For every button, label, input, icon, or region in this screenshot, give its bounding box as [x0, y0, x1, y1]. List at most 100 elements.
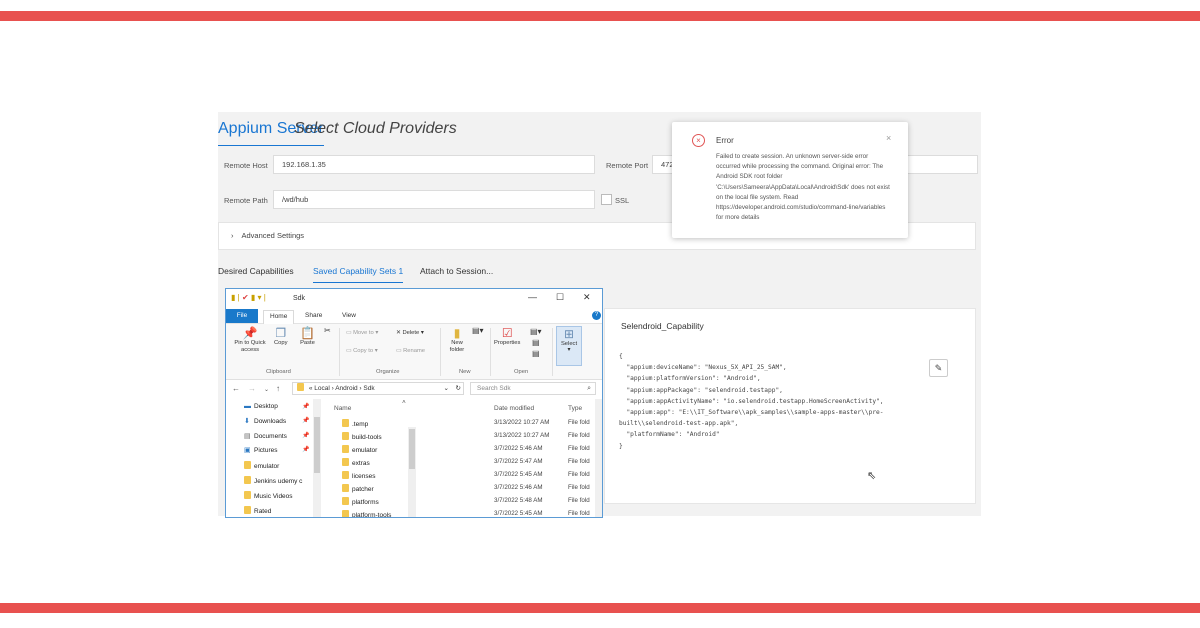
maximize-button[interactable]: ☐ — [556, 292, 564, 303]
table-row[interactable]: emulator — [342, 445, 377, 454]
back-arrow-icon[interactable]: ← — [232, 384, 240, 393]
error-title: Error — [716, 136, 734, 145]
up-arrow-icon[interactable]: ↑ — [276, 384, 280, 393]
pin-icon: 📌 — [302, 418, 310, 424]
folder-icon — [342, 497, 349, 505]
capability-json: { "appium:deviceName": "Nexus_5X_API_25_… — [619, 353, 884, 450]
tab-desired-capabilities[interactable]: Desired Capabilities — [218, 266, 294, 276]
nav-item-documents[interactable]: ▤ Documents — [244, 432, 287, 440]
chevron-right-icon: › — [231, 231, 234, 240]
folder-icon — [244, 506, 251, 514]
file-explorer-window: ▮ | ✔ ▮ ▾ | Sdk — ☐ ✕ File Home Share Vi… — [225, 288, 603, 518]
new-folder-button[interactable]: ▮ New folder — [444, 326, 470, 354]
table-row[interactable]: extras — [342, 458, 370, 467]
move-to-button[interactable]: ▭ Move to ▾ — [346, 330, 378, 336]
nav-item-desktop[interactable]: ▬ Desktop — [244, 403, 278, 410]
pin-icon: 📌 — [302, 433, 310, 439]
delete-icon: ✕ — [396, 330, 401, 336]
tab-select-cloud-providers[interactable]: Select Cloud Providers — [294, 120, 457, 138]
table-row[interactable]: platform-tools — [342, 510, 391, 517]
ssl-label: SSL — [615, 196, 630, 205]
navigation-pane: ▬ Desktop 📌 ⬇ Downloads 📌 ▤ Documents 📌 ▣ Pi… — [226, 399, 322, 517]
cut-icon[interactable]: ✂ — [324, 326, 331, 335]
desktop-icon: ▬ — [244, 403, 251, 410]
file-list-scroll-thumb[interactable] — [409, 429, 415, 469]
file-date: 3/13/2022 10:27 AM — [494, 419, 550, 426]
tab-saved-capability-sets[interactable]: Saved Capability Sets 1 — [313, 266, 404, 283]
paste-button[interactable]: 📋 Paste — [300, 326, 315, 346]
column-header-date-modified[interactable]: Date modified — [494, 405, 534, 412]
folder-icon — [342, 458, 349, 466]
edit-capability-button[interactable]: ✎ — [929, 359, 948, 377]
tab-share[interactable]: Share — [305, 312, 322, 319]
organize-group-label: Organize — [376, 369, 400, 375]
remote-path-label: Remote Path — [224, 196, 268, 205]
minimize-button[interactable]: — — [528, 292, 537, 302]
clipboard-group-label: Clipboard — [266, 369, 291, 375]
folder-icon — [244, 476, 251, 484]
copy-icon: ❐ — [275, 326, 287, 340]
capability-set-panel: Selendroid_Capability { "appium:deviceNa… — [604, 308, 976, 504]
search-input[interactable]: Search Sdk ⌕ — [470, 382, 596, 395]
folder-icon — [342, 510, 349, 517]
close-window-button[interactable]: ✕ — [583, 292, 591, 303]
forward-arrow-icon[interactable]: → — [248, 384, 256, 393]
folder-icon — [244, 491, 251, 499]
nav-item-music-videos[interactable]: Music Videos — [244, 491, 293, 500]
table-row[interactable]: licenses — [342, 471, 375, 480]
quick-access-toolbar-icons: ▮ | ✔ ▮ ▾ | — [231, 293, 266, 302]
bottom-accent-bar — [0, 603, 1200, 613]
help-icon[interactable]: ? — [592, 311, 601, 320]
pin-to-quick-access-button[interactable]: 📌 Pin to Quick access — [230, 326, 270, 354]
copy-button[interactable]: ❐ Copy — [274, 326, 288, 346]
tab-home[interactable]: Home — [263, 310, 295, 324]
file-type: File fold — [568, 445, 590, 452]
nav-item-downloads[interactable]: ⬇ Downloads — [244, 417, 286, 425]
remote-path-input[interactable]: /wd/hub — [273, 190, 595, 209]
ribbon-separator — [440, 328, 441, 376]
ribbon-separator — [552, 328, 553, 376]
nav-item-pictures[interactable]: ▣ Pictures — [244, 446, 277, 454]
delete-button[interactable]: ✕ Delete ▾ — [396, 330, 424, 336]
open-icons[interactable]: ▤▾ ▤ ▤ — [530, 326, 542, 359]
new-item-icon[interactable]: ▤▾ — [472, 326, 484, 335]
close-icon[interactable]: × — [886, 133, 891, 143]
file-date: 3/7/2022 5:46 AM — [494, 445, 543, 452]
address-bar[interactable]: « Local › Android › Sdk ⌄ ↻ — [292, 382, 464, 395]
pencil-icon: ✎ — [934, 363, 943, 373]
refresh-icon[interactable]: ↻ — [456, 383, 461, 394]
table-row[interactable]: build-tools — [342, 432, 382, 441]
open-group-label: Open — [514, 369, 529, 375]
error-message: Failed to create session. An unknown ser… — [716, 153, 890, 222]
explorer-titlebar[interactable]: ▮ | ✔ ▮ ▾ | Sdk — ☐ ✕ — [226, 289, 602, 309]
table-row[interactable]: platforms — [342, 497, 379, 506]
rename-button[interactable]: ▭ Rename — [396, 348, 425, 354]
remote-host-input[interactable]: 192.168.1.35 — [273, 155, 595, 174]
column-header-name[interactable]: Name — [334, 405, 351, 412]
copy-to-button[interactable]: ▭ Copy to ▾ — [346, 348, 378, 354]
nav-item-jenkins[interactable]: Jenkins udemy c — [244, 476, 302, 485]
paste-icon: 📋 — [300, 326, 315, 340]
pin-icon: 📌 — [302, 404, 310, 410]
tab-view[interactable]: View — [342, 312, 356, 319]
nav-item-emulator[interactable]: emulator — [244, 461, 279, 470]
ssl-checkbox[interactable] — [601, 194, 612, 205]
column-header-type[interactable]: Type — [568, 405, 582, 412]
folder-icon — [342, 484, 349, 492]
nav-item-rated[interactable]: Rated — [244, 506, 271, 515]
documents-icon: ▤ — [244, 433, 251, 440]
file-list-vertical-scrollbar[interactable] — [595, 399, 602, 517]
table-row[interactable]: patcher — [342, 484, 374, 493]
nav-pane-scroll-thumb[interactable] — [314, 417, 320, 473]
properties-button[interactable]: ☑ Properties — [494, 326, 520, 346]
chevron-down-icon[interactable]: ⌄ — [444, 383, 449, 394]
table-row[interactable]: .temp — [342, 419, 368, 428]
top-accent-bar — [0, 11, 1200, 21]
folder-icon — [244, 461, 251, 469]
file-date: 3/13/2022 10:27 AM — [494, 432, 550, 439]
select-button[interactable]: ⊞ Select ▾ — [556, 326, 582, 366]
recent-locations-chevron-icon[interactable]: ⌄ — [264, 386, 269, 393]
pin-icon: 📌 — [242, 326, 258, 340]
tab-file[interactable]: File — [226, 309, 258, 323]
tab-attach-to-session[interactable]: Attach to Session... — [420, 266, 493, 276]
